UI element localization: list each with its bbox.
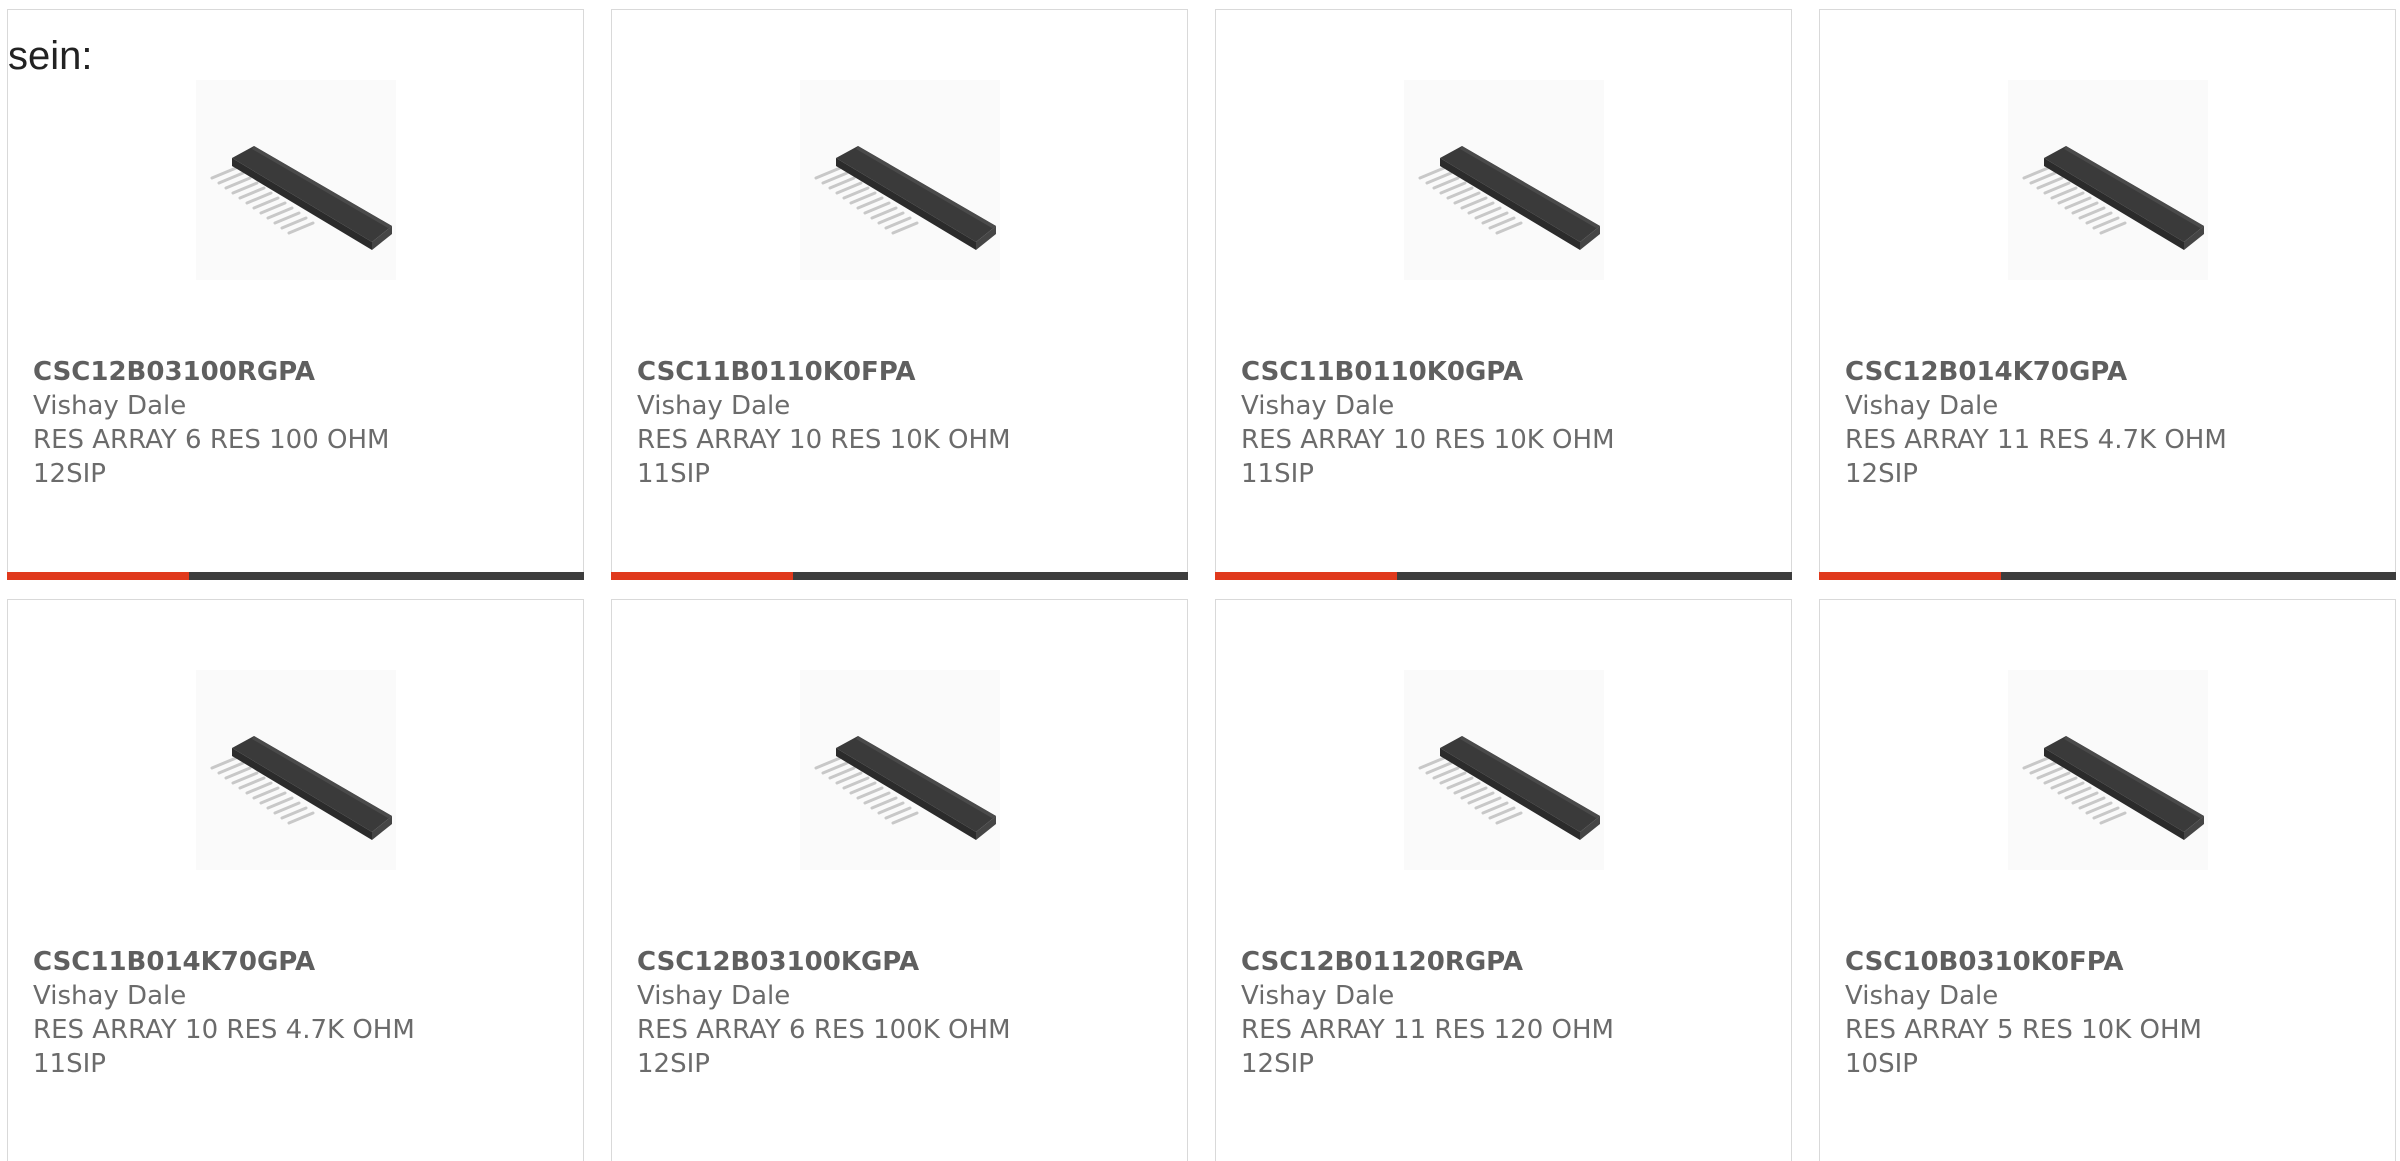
package: 11SIP [33,1049,106,1079]
product-photo [210,144,394,252]
manufacturer: Vishay Dale [1241,981,1395,1011]
product-photo [2022,734,2206,842]
manufacturer: Vishay Dale [33,981,187,1011]
intro-text: sein: [8,34,93,78]
product-photo [210,734,394,842]
part-number-link[interactable]: CSC12B014K70GPA [1845,355,2375,389]
manufacturer: Vishay Dale [1845,391,1999,421]
product-card[interactable]: CSC11B014K70GPA Vishay Dale RES ARRAY 10… [7,599,584,1161]
product-info: CSC12B014K70GPA Vishay Dale RES ARRAY 11… [1845,355,2375,491]
product-card[interactable]: CSC12B01120RGPA Vishay Dale RES ARRAY 11… [1215,599,1792,1161]
part-number-link[interactable]: CSC11B014K70GPA [33,945,563,979]
part-number-link[interactable]: CSC12B01120RGPA [1241,945,1771,979]
sip-chip-image[interactable] [2008,80,2208,280]
part-number-link[interactable]: CSC12B03100KGPA [637,945,1167,979]
product-card[interactable]: CSC11B0110K0FPA Vishay Dale RES ARRAY 10… [611,9,1188,580]
package: 12SIP [637,1049,710,1079]
manufacturer: Vishay Dale [1845,981,1999,1011]
sip-chip-image[interactable] [196,670,396,870]
part-number-link[interactable]: CSC11B0110K0FPA [637,355,1167,389]
product-card[interactable]: CSC12B014K70GPA Vishay Dale RES ARRAY 11… [1819,9,2396,580]
description: RES ARRAY 6 RES 100K OHM [637,1015,1011,1045]
sip-chip-image[interactable] [800,670,1000,870]
part-number-link[interactable]: CSC11B0110K0GPA [1241,355,1771,389]
sip-chip-image[interactable] [800,80,1000,280]
description: RES ARRAY 11 RES 4.7K OHM [1845,425,2227,455]
manufacturer: Vishay Dale [637,391,791,421]
manufacturer: Vishay Dale [33,391,187,421]
sip-chip-image[interactable] [1404,80,1604,280]
description: RES ARRAY 5 RES 10K OHM [1845,1015,2202,1045]
card-accent-bar [7,572,189,580]
package: 12SIP [1845,459,1918,489]
description: RES ARRAY 10 RES 10K OHM [1241,425,1615,455]
card-footer-bar [7,572,584,580]
product-info: CSC12B03100KGPA Vishay Dale RES ARRAY 6 … [637,945,1167,1081]
card-accent-bar [611,572,793,580]
sip-chip-image[interactable] [1404,670,1604,870]
manufacturer: Vishay Dale [1241,391,1395,421]
manufacturer: Vishay Dale [637,981,791,1011]
product-info: CSC11B014K70GPA Vishay Dale RES ARRAY 10… [33,945,563,1081]
part-number-link[interactable]: CSC10B0310K0FPA [1845,945,2375,979]
description: RES ARRAY 6 RES 100 OHM [33,425,390,455]
product-card[interactable]: CSC12B03100KGPA Vishay Dale RES ARRAY 6 … [611,599,1188,1161]
description: RES ARRAY 11 RES 120 OHM [1241,1015,1614,1045]
part-number-link[interactable]: CSC12B03100RGPA [33,355,563,389]
sip-chip-image[interactable] [2008,670,2208,870]
product-info: CSC11B0110K0GPA Vishay Dale RES ARRAY 10… [1241,355,1771,491]
card-footer-bar [1215,572,1792,580]
product-photo [1418,734,1602,842]
product-info: CSC10B0310K0FPA Vishay Dale RES ARRAY 5 … [1845,945,2375,1081]
card-accent-bar [1215,572,1397,580]
package: 11SIP [637,459,710,489]
product-photo [814,734,998,842]
card-footer-bar [611,572,1188,580]
sip-chip-image[interactable] [196,80,396,280]
product-card[interactable]: CSC11B0110K0GPA Vishay Dale RES ARRAY 10… [1215,9,1792,580]
card-accent-bar [1819,572,2001,580]
description: RES ARRAY 10 RES 10K OHM [637,425,1011,455]
product-card[interactable]: CSC12B03100RGPA Vishay Dale RES ARRAY 6 … [7,9,584,580]
product-info: CSC12B03100RGPA Vishay Dale RES ARRAY 6 … [33,355,563,491]
product-photo [1418,144,1602,252]
product-photo [814,144,998,252]
package: 11SIP [1241,459,1314,489]
product-info: CSC11B0110K0FPA Vishay Dale RES ARRAY 10… [637,355,1167,491]
package: 12SIP [33,459,106,489]
product-card[interactable]: CSC10B0310K0FPA Vishay Dale RES ARRAY 5 … [1819,599,2396,1161]
package: 10SIP [1845,1049,1918,1079]
product-info: CSC12B01120RGPA Vishay Dale RES ARRAY 11… [1241,945,1771,1081]
card-footer-bar [1819,572,2396,580]
package: 12SIP [1241,1049,1314,1079]
product-photo [2022,144,2206,252]
description: RES ARRAY 10 RES 4.7K OHM [33,1015,415,1045]
